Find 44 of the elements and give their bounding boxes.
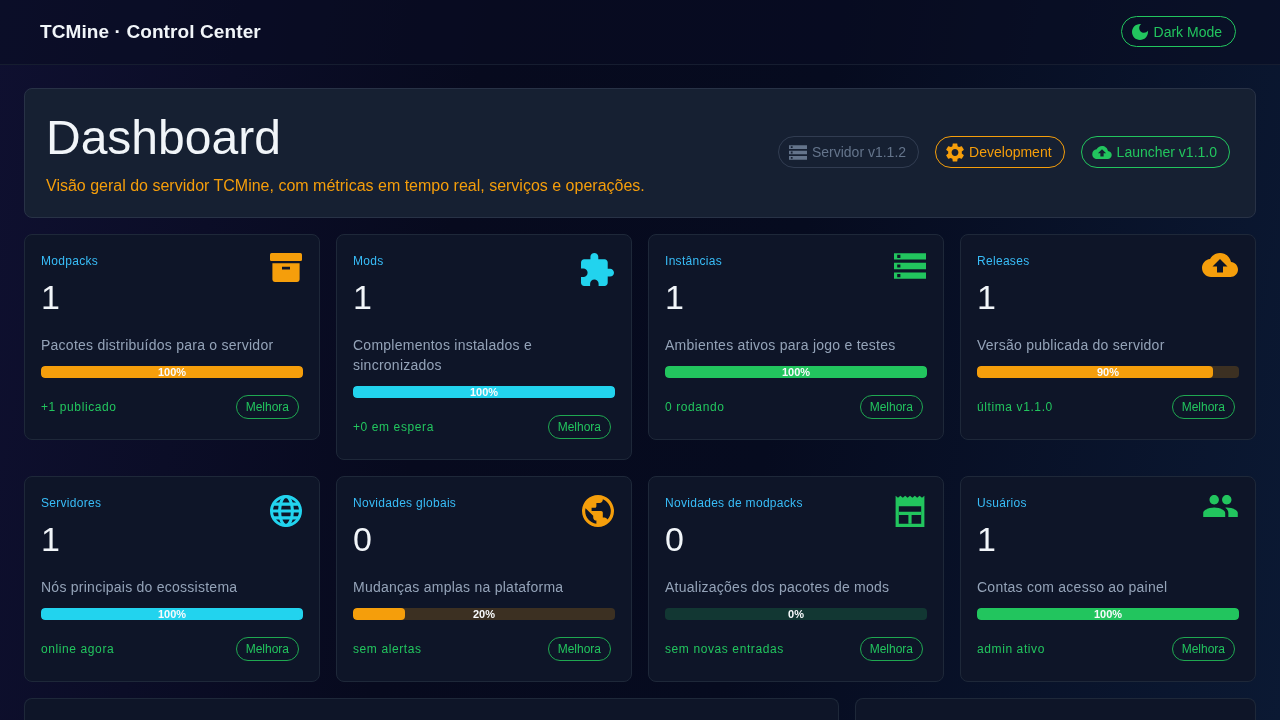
card-title: Novidades globais bbox=[353, 495, 457, 511]
progress-label: 90% bbox=[1097, 366, 1119, 378]
card-description: Ambientes ativos para jogo e testes bbox=[665, 336, 897, 355]
progress-label: 100% bbox=[157, 366, 187, 378]
stat-value: 1 bbox=[41, 279, 60, 315]
card-note: sem novas entradas bbox=[665, 641, 784, 657]
card-title: Usuários bbox=[977, 495, 1027, 511]
progress-label: 0% bbox=[788, 608, 804, 620]
stat-value: 1 bbox=[665, 279, 684, 315]
card-description: Complementos instalados e sincronizados bbox=[353, 336, 533, 375]
progress-label: 20% bbox=[473, 608, 495, 620]
progress-label: 100% bbox=[1093, 608, 1123, 620]
page-subtitle: Visão geral do servidor TCMine, com métricas em tempo real, serviços e operações. bbox=[46, 176, 645, 196]
card-title: Mods bbox=[353, 253, 384, 269]
card-description: Atualizações dos pacotes de mods bbox=[665, 578, 891, 597]
card-note: 0 rodando bbox=[665, 399, 725, 415]
card-description: Versão publicada do servidor bbox=[977, 336, 1166, 355]
card-note: sem alertas bbox=[353, 641, 422, 657]
card-description: Mudanças amplas na plataforma bbox=[353, 578, 565, 597]
stat-value: 1 bbox=[977, 279, 996, 315]
progress-label: 100% bbox=[469, 386, 499, 398]
card-description: Nós principais do ecossistema bbox=[41, 578, 239, 597]
card-note: +1 publicado bbox=[41, 399, 117, 415]
card-description: Contas com acesso ao painel bbox=[977, 578, 1169, 597]
page-title: Dashboard bbox=[46, 110, 282, 166]
moon-icon bbox=[1131, 23, 1148, 40]
stat-value: 0 bbox=[353, 521, 372, 557]
card-title: Novidades de modpacks bbox=[665, 495, 803, 511]
card-note: admin ativo bbox=[977, 641, 1045, 657]
card-title: Releases bbox=[977, 253, 1030, 269]
progress-label: 100% bbox=[157, 608, 187, 620]
progress-label: 100% bbox=[781, 366, 811, 378]
card-note: online agora bbox=[41, 641, 115, 657]
card-title: Instâncias bbox=[665, 253, 723, 269]
card-note: última v1.1.0 bbox=[977, 399, 1053, 415]
card-description: Pacotes distribuídos para o servidor bbox=[41, 336, 275, 355]
card-title: Modpacks bbox=[41, 253, 99, 269]
app-title: TCMine · Control Center bbox=[40, 20, 261, 43]
card-title: Servidores bbox=[41, 495, 102, 511]
stat-value: 1 bbox=[41, 521, 60, 557]
card-note: +0 em espera bbox=[353, 419, 434, 435]
stat-value: 1 bbox=[353, 279, 372, 315]
stat-value: 1 bbox=[977, 521, 996, 557]
stat-value: 0 bbox=[665, 521, 684, 557]
